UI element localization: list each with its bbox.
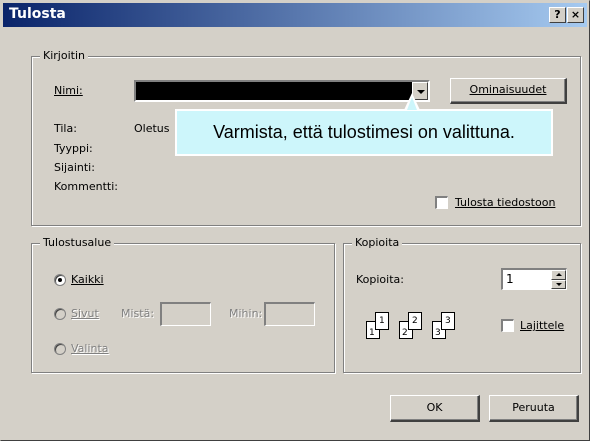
print-range-label: Tulostusalue	[40, 236, 115, 249]
to-page-input[interactable]	[264, 302, 315, 326]
properties-button[interactable]: Ominaisuudet	[450, 78, 567, 104]
radio-selection-label[interactable]: Valinta	[71, 342, 109, 355]
to-label: Mihin:	[229, 307, 263, 320]
arrow-up-icon	[556, 273, 562, 276]
help-button[interactable]: ?	[549, 7, 566, 23]
copies-group: Kopioita	[343, 236, 581, 373]
printer-group-label: Kirjoitin	[40, 49, 88, 62]
printer-name-select[interactable]	[134, 80, 430, 102]
name-label: Nimi:	[54, 84, 83, 97]
print-to-file-checkbox[interactable]	[435, 196, 448, 209]
radio-pages-label[interactable]: Sivut	[71, 307, 99, 320]
collate-page: 1	[375, 312, 389, 330]
help-icon: ?	[554, 8, 561, 21]
collate-page: 3	[441, 312, 455, 330]
radio-selection[interactable]	[54, 343, 66, 355]
collate-checkbox[interactable]	[501, 319, 514, 332]
arrow-down-icon	[556, 282, 562, 286]
title-bar[interactable]: Tulosta ? ×	[3, 3, 587, 27]
close-button[interactable]: ×	[567, 7, 584, 23]
collate-page: 2	[408, 312, 422, 330]
collate-label[interactable]: Lajittele	[520, 319, 564, 332]
copies-spinner[interactable]: 1	[501, 268, 567, 290]
location-label: Sijainti:	[54, 161, 95, 174]
window-title: Tulosta	[9, 6, 66, 22]
radio-all[interactable]	[54, 274, 66, 286]
close-icon: ×	[570, 8, 581, 21]
from-label: Mistä:	[121, 307, 155, 320]
type-label: Tyyppi:	[54, 142, 93, 155]
radio-selected-dot	[58, 278, 62, 282]
from-page-input[interactable]	[160, 302, 211, 326]
copies-group-label: Kopioita	[352, 236, 403, 249]
radio-all-label[interactable]: Kaikki	[71, 273, 104, 286]
copies-value: 1	[506, 272, 514, 286]
print-to-file-label[interactable]: Tulosta tiedostoon	[455, 196, 555, 209]
status-value: Oletus	[134, 122, 170, 135]
comment-label: Kommentti:	[54, 180, 118, 193]
spin-down-button[interactable]	[551, 279, 566, 289]
instruction-callout: Varmista, että tulostimesi on valittuna.	[175, 109, 553, 156]
radio-pages[interactable]	[54, 308, 66, 320]
print-dialog: Tulosta ? × Kirjoitin Nimi: Ominaisuudet…	[0, 0, 590, 441]
copies-count-label: Kopioita:	[356, 273, 404, 286]
ok-button[interactable]: OK	[390, 395, 480, 422]
spin-up-button[interactable]	[551, 270, 566, 280]
status-label: Tila:	[54, 122, 77, 135]
callout-pointer-fill	[407, 97, 417, 110]
cancel-button[interactable]: Peruuta	[489, 395, 579, 422]
